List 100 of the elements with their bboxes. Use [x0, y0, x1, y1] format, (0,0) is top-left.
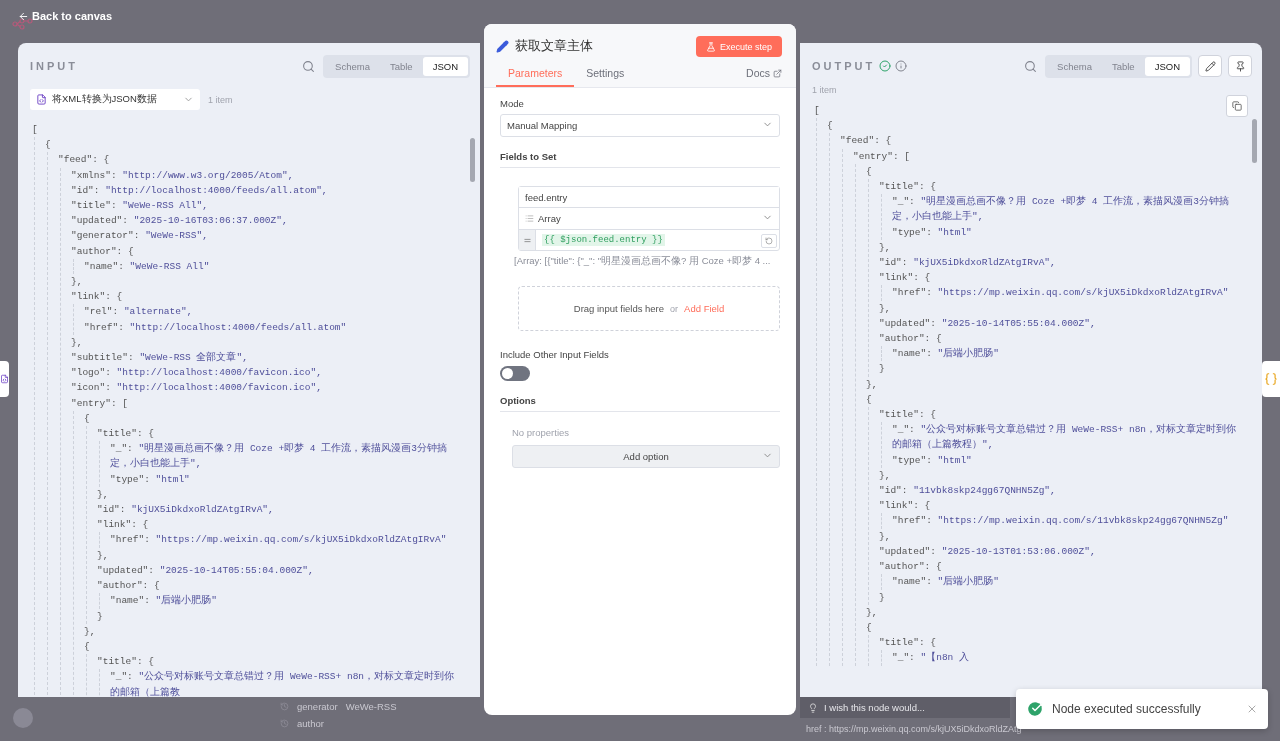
code-line: }, — [865, 605, 879, 620]
code-line: } — [96, 609, 104, 624]
view-tab[interactable]: Table — [379, 56, 423, 76]
field-name-input[interactable]: feed.entry — [519, 187, 779, 208]
code-line: }, — [878, 468, 892, 483]
nodes-logo-icon[interactable] — [12, 18, 34, 30]
view-tab[interactable]: JSON — [422, 56, 468, 76]
code-line: "href": "https://mp.weixin.qq.com/s/kjUX5iDkdxoRldZAtgIRvA" — [891, 286, 1230, 301]
view-tab[interactable]: Table — [1101, 56, 1145, 76]
add-option-select[interactable]: Add option — [512, 445, 780, 468]
code-line: }, — [96, 487, 110, 502]
code-line: "icon": "http://localhost:4000/favicon.ico", — [70, 381, 323, 396]
file-icon — [36, 94, 47, 105]
code-line: "updated": "2025-10-14T05:55:04.000Z", — [878, 316, 1097, 331]
code-line: { — [83, 411, 91, 426]
code-line: "title": { — [878, 408, 937, 423]
code-line: "_": "公众号对标账号文章总错过？用 WeWe-RSS+ n8n，对标文章定时到你的邮箱（上篇教 — [109, 669, 456, 697]
code-line: "updated": "2025-10-16T03:06:37.000Z", — [70, 214, 289, 229]
code-line: }, — [865, 377, 879, 392]
code-line: "subtitle": "WeWe-RSS 全部文章", — [70, 350, 249, 366]
separator-text: or — [670, 303, 679, 314]
file-icon — [0, 373, 9, 385]
code-line: "updated": "2025-10-13T01:53:06.000Z", — [878, 544, 1097, 559]
view-tab[interactable]: Schema — [1047, 56, 1102, 76]
code-line: { — [826, 119, 834, 134]
docs-link[interactable]: Docs — [746, 67, 782, 87]
code-line: "name": "后端小肥肠" — [891, 574, 1000, 590]
code-line: { — [865, 620, 873, 635]
href-row-text: href : https://mp.weixin.qq.com/s/kjUX5iDkdxoRldZAtg — [805, 723, 1023, 734]
code-line: "name": "WeWe-RSS All" — [83, 259, 211, 274]
feedback-field[interactable]: I wish this node would... — [800, 697, 1010, 718]
code-line: [ — [813, 104, 821, 118]
code-line: "_": "【n8n 入 — [891, 650, 971, 666]
code-line: "title": "WeWe-RSS All", — [70, 199, 209, 213]
avatar[interactable] — [13, 708, 33, 728]
code-line: "entry": [ — [852, 149, 911, 164]
edit-button[interactable] — [1198, 55, 1222, 77]
search-icon[interactable] — [302, 59, 316, 73]
code-line: "title": { — [96, 427, 155, 442]
copy-button[interactable] — [1226, 95, 1248, 117]
code-line: }, — [70, 275, 84, 290]
equals-icon — [519, 230, 536, 250]
node-tab[interactable] — [0, 361, 9, 397]
code-line: "author": { — [878, 332, 943, 347]
copy-icon — [1232, 101, 1242, 111]
code-line: [ — [31, 123, 39, 137]
code-line: { — [83, 639, 91, 654]
section-title: Fields to Set — [500, 151, 557, 162]
empty-text: No properties — [512, 427, 570, 438]
node-title: 获取文章主体 — [515, 38, 593, 55]
add-field-link[interactable]: Add Field — [684, 303, 725, 314]
code-line: }, — [83, 624, 97, 639]
info-icon[interactable] — [895, 60, 908, 72]
node-tab[interactable] — [1262, 361, 1280, 397]
toggle-switch[interactable] — [500, 366, 530, 381]
mode-select[interactable]: Manual Mapping — [500, 114, 780, 137]
lightbulb-icon — [808, 702, 818, 713]
pin-button[interactable] — [1228, 55, 1252, 77]
code-line: "author": { — [878, 560, 943, 575]
close-icon — [1246, 703, 1258, 715]
type-select[interactable]: Array — [519, 208, 779, 230]
code-line: }, — [878, 301, 892, 316]
section-title: Options — [500, 395, 536, 406]
code-line: "href": "https://mp.weixin.qq.com/s/kjUX5iDkdxoRldZAtgIRvA" — [109, 533, 448, 548]
code-line: "_": "公众号对标账号文章总错过？用 WeWe-RSS+ n8n，对标文章定时到你的邮箱（上篇教程）", — [891, 422, 1238, 453]
settings-tab[interactable]: Settings — [574, 63, 637, 87]
field-label: Include Other Input Fields — [500, 349, 610, 360]
code-line: }, — [878, 529, 892, 544]
toast-message: Node executed successfully — [1052, 702, 1201, 716]
feedback-input[interactable]: I wish this node would... — [824, 702, 994, 713]
code-line: "link": { — [96, 518, 150, 533]
flask-icon — [705, 41, 716, 52]
panel-title: OUTPUT — [812, 60, 876, 72]
code-line: "link": { — [878, 271, 932, 286]
code-line: "logo": "http://localhost:4000/favicon.ico", — [70, 366, 323, 381]
close-button[interactable] — [1246, 703, 1258, 715]
back-link[interactable]: Back to canvas — [18, 8, 113, 24]
code-line: "name": "后端小肥肠" — [891, 346, 1000, 362]
execute-button[interactable]: Execute step — [695, 36, 782, 57]
expression-input[interactable]: {{ $json.feed.entry }} — [536, 230, 761, 250]
code-line: "link": { — [70, 290, 124, 305]
drop-zone[interactable]: Drag input fields here or Add Field — [518, 286, 780, 331]
settings-tab[interactable]: Parameters — [496, 63, 575, 87]
history-icon — [280, 719, 289, 728]
external-link-icon — [773, 68, 782, 78]
field-card[interactable]: feed.entry Array {{ $json.feed.entry }} — [518, 186, 780, 251]
item-count: 1 item — [812, 85, 837, 95]
code-line: "type": "html" — [891, 225, 973, 240]
view-tab[interactable]: Schema — [325, 56, 380, 76]
drop-hint: Drag input fields here — [573, 303, 665, 314]
view-tab[interactable]: JSON — [1144, 56, 1190, 76]
search-icon[interactable] — [1024, 59, 1038, 73]
item-count: 1 item — [208, 94, 233, 105]
code-line: "author": { — [96, 579, 161, 594]
reset-button[interactable] — [761, 234, 777, 248]
node-select[interactable]: 将XML转换为JSON数据 — [30, 89, 200, 110]
code-line: "link": { — [878, 499, 932, 514]
code-line: "_": "明星漫画总画不像？用 Coze +即梦 4 工作流，素描风漫画3分钟搞定，小白也能上手", — [109, 441, 448, 472]
row-value: WeWe-RSS — [345, 701, 397, 712]
code-line: "feed": { — [57, 153, 111, 168]
